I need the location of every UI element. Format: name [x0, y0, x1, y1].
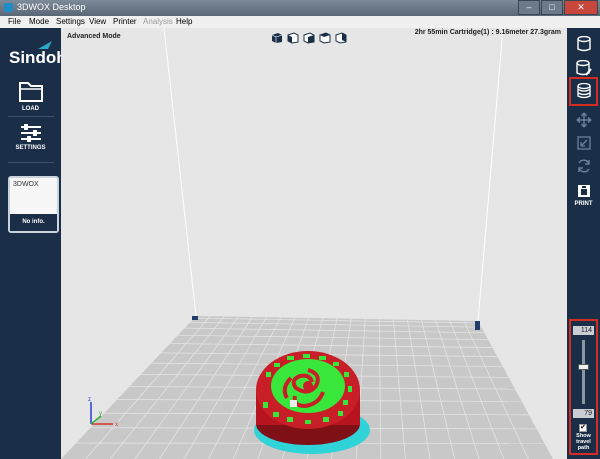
layer-slider-panel: 114 79 ✔ Show travel path	[569, 319, 598, 455]
move-button[interactable]	[567, 112, 600, 128]
scale-button[interactable]	[567, 135, 600, 151]
cube-right-icon	[303, 32, 315, 44]
print-estimate: 2hr 55min Cartridge(1) : 9.16meter 27.3g…	[414, 29, 561, 36]
menu-settings[interactable]: Settings	[56, 17, 85, 26]
window-title: 3DWOX Desktop	[17, 2, 86, 12]
cube-front-icon	[287, 32, 299, 44]
print-label: PRINT	[574, 201, 593, 207]
menu-help[interactable]: Help	[176, 17, 192, 26]
sidebar-divider	[8, 116, 54, 117]
axis-x-label: x	[115, 422, 118, 428]
title-bar: 3DWOX Desktop – □ ✕	[0, 0, 600, 16]
sindoh-logo: Sindoh	[9, 48, 67, 67]
menu-printer[interactable]: Printer	[113, 17, 137, 26]
printer-name: 3DWOX	[13, 181, 39, 188]
printer-card[interactable]: 3DWOX No info.	[8, 176, 59, 233]
move-icon	[576, 112, 591, 128]
print-button[interactable]	[567, 183, 600, 199]
edit-model-icon	[575, 60, 592, 76]
view-3d-button[interactable]	[271, 31, 283, 43]
print-icon	[577, 185, 590, 197]
view-top-button[interactable]	[335, 31, 347, 44]
layer-view-icon	[576, 83, 591, 99]
menu-mode[interactable]: Mode	[29, 17, 49, 26]
layer-view-button[interactable]	[567, 83, 600, 99]
printer-status: No info.	[10, 214, 57, 231]
minimize-button[interactable]: –	[518, 0, 540, 15]
menu-view[interactable]: View	[89, 17, 106, 26]
layer-slider-thumb[interactable]	[578, 364, 589, 370]
layer-max-value[interactable]: 114	[573, 326, 594, 335]
left-sidebar: Sindoh LOAD SETTINGS 3DWOX No info.	[0, 28, 67, 459]
cube-left-icon	[319, 32, 331, 44]
layer-slider-track[interactable]	[582, 340, 585, 404]
menu-file[interactable]: File	[8, 17, 21, 26]
maximize-button[interactable]: □	[541, 0, 563, 15]
folder-icon	[18, 82, 43, 102]
load-label: LOAD	[22, 106, 39, 112]
rotate-button[interactable]	[567, 158, 600, 174]
app-icon	[4, 3, 13, 12]
show-travel-checkbox[interactable]: ✔	[579, 424, 587, 432]
edit-model-button[interactable]	[567, 60, 600, 76]
menu-analysis: Analysis	[143, 17, 173, 26]
view-cube-toolbar	[271, 31, 351, 44]
sidebar-divider	[8, 162, 54, 163]
view-right-button[interactable]	[303, 31, 315, 44]
settings-button[interactable]: SETTINGS	[0, 123, 61, 151]
view-left-button[interactable]	[319, 31, 331, 44]
load-button[interactable]: LOAD	[0, 78, 61, 112]
cube-iso-icon	[271, 33, 283, 43]
mode-label: Advanced Mode	[67, 33, 121, 40]
view-front-button[interactable]	[287, 31, 299, 44]
axis-z-label: z	[88, 397, 91, 403]
layer-min-value[interactable]: 79	[573, 409, 594, 418]
show-travel-label: Show travel path	[576, 433, 591, 451]
model-button[interactable]	[567, 36, 600, 52]
sliders-icon	[20, 124, 41, 142]
window-controls: – □ ✕	[517, 0, 598, 15]
menu-bar: File Mode Settings View Printer Analysis…	[0, 16, 600, 28]
close-button[interactable]: ✕	[564, 0, 598, 15]
scale-icon	[576, 136, 591, 150]
axis-y-label: y	[99, 411, 102, 417]
build-volume-edges	[163, 28, 504, 322]
settings-label: SETTINGS	[15, 145, 46, 151]
rotate-icon	[577, 159, 590, 173]
cube-top-icon	[335, 32, 347, 44]
3d-viewport[interactable]: z x y Advanced Mode 2hr 55min Cartridge(…	[61, 28, 567, 459]
model-icon	[576, 36, 591, 52]
right-toolbar: PRINT 114 79 ✔ Show travel path	[567, 28, 600, 459]
